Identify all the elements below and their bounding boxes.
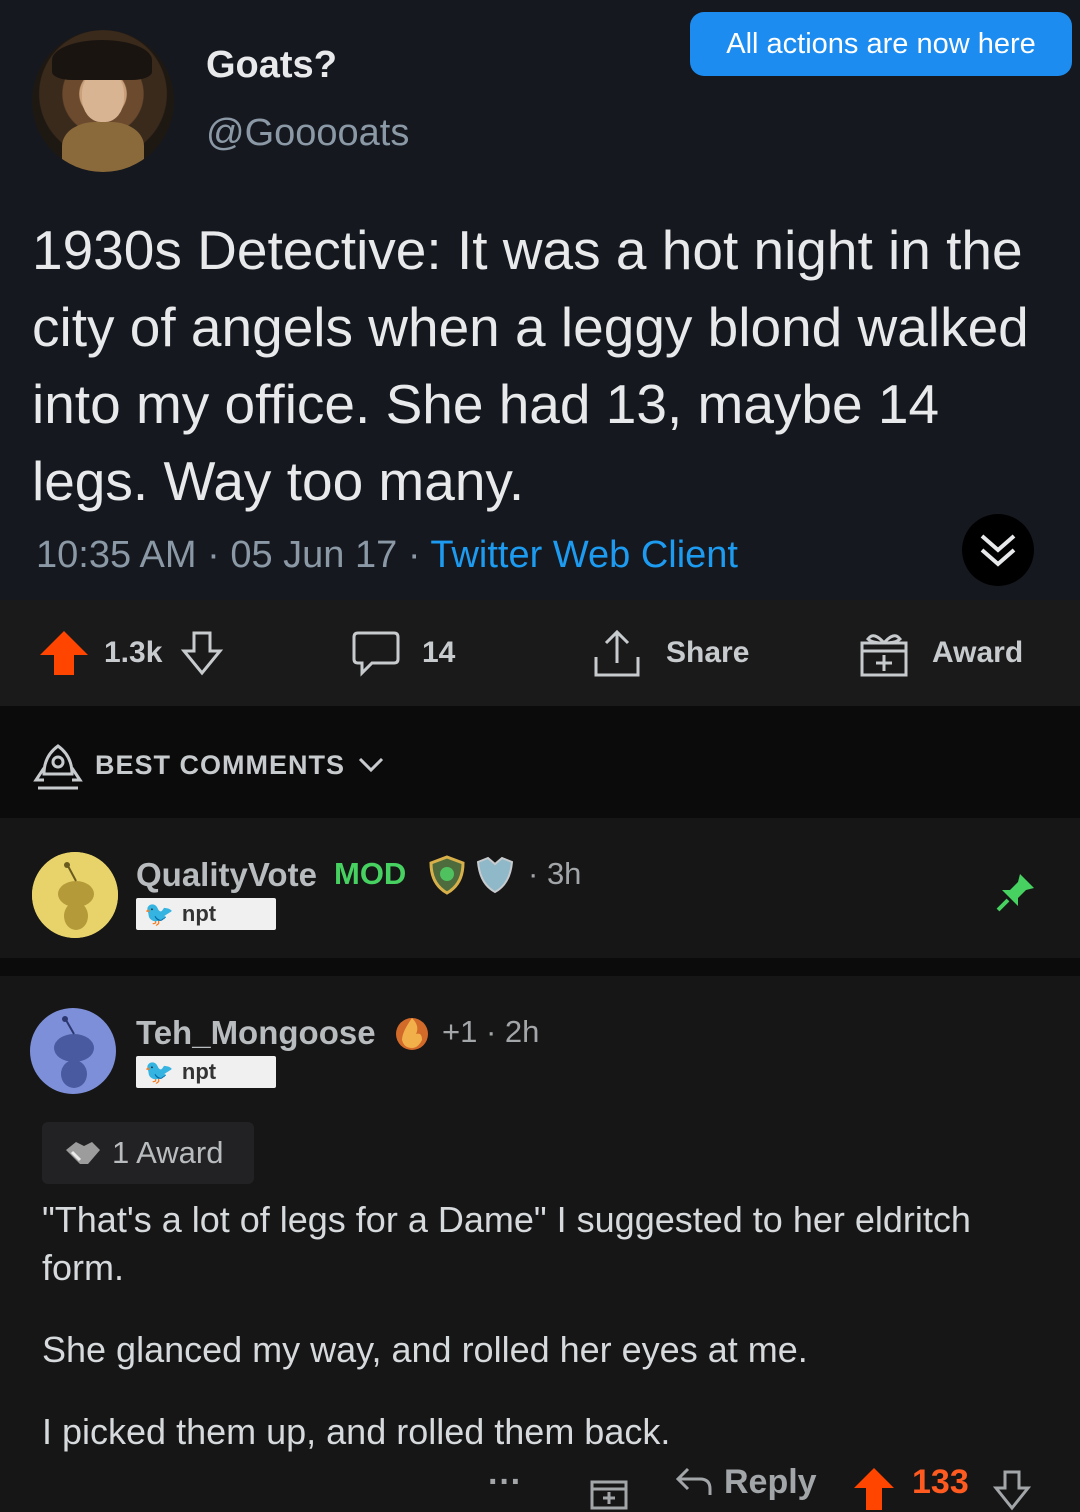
snoo-avatar-icon	[32, 852, 118, 938]
tweet-handle: @Gooooats	[206, 112, 410, 154]
gift-icon	[860, 634, 908, 677]
award-count: 1 Award	[112, 1135, 224, 1170]
share-button[interactable]: Share	[592, 600, 749, 706]
mod-badge: MOD	[334, 856, 406, 892]
comment-bubble-icon	[352, 631, 400, 677]
more-text: ···	[488, 1462, 522, 1501]
user-flair: 🐦 npt	[136, 898, 276, 930]
awards-pill[interactable]: 1 Award	[42, 1122, 254, 1184]
award-flame-icon	[396, 1018, 428, 1050]
age-text: 3h	[546, 856, 582, 891]
upvote-icon[interactable]	[852, 1466, 896, 1512]
tweet-display-name: Goats?	[206, 44, 337, 86]
actions-banner[interactable]: All actions are now here	[690, 12, 1072, 76]
handshake-award-icon	[66, 1142, 100, 1164]
comment-age: · 3h	[528, 856, 582, 891]
meta-separator: ·	[397, 534, 431, 576]
vote-group: 1.3k	[38, 600, 224, 706]
award-button[interactable]: Award	[858, 600, 1023, 706]
downvote-icon[interactable]	[180, 629, 224, 677]
reply-button[interactable]: Reply	[674, 1452, 817, 1512]
comment-paragraph: I picked them up, and rolled them back.	[42, 1411, 671, 1452]
gift-icon[interactable]	[588, 1470, 630, 1512]
tweet-date: 05 Jun 17	[230, 534, 398, 576]
award-label: Award	[932, 636, 1024, 669]
bird-icon: 🐦	[144, 1058, 174, 1086]
share-label: Share	[666, 636, 750, 669]
collapse-button[interactable]	[962, 514, 1034, 586]
score-text: 133	[912, 1462, 969, 1501]
age-text: 2h	[504, 1014, 540, 1049]
double-chevron-down-icon	[980, 534, 1016, 567]
mod-shield-icon	[476, 856, 514, 894]
mod-label: MOD	[334, 856, 407, 891]
bird-icon: 🐦	[144, 900, 174, 928]
post-score: 1.3k	[104, 636, 163, 669]
rocket-icon	[33, 744, 83, 790]
tweet-screenshot: Goats? @Gooooats All actions are now her…	[0, 0, 1080, 600]
post-action-bar: 1.3k 14 Share Award	[0, 600, 1080, 706]
upvote-icon[interactable]	[38, 627, 90, 679]
avatar[interactable]	[30, 1008, 116, 1094]
shield-icon	[429, 855, 465, 895]
user-flair: 🐦 npt	[136, 1056, 276, 1088]
avatar[interactable]	[32, 852, 118, 938]
flair-text: npt	[181, 1059, 217, 1084]
chevron-down-icon	[358, 757, 384, 773]
comment-author[interactable]: QualityVote	[136, 856, 317, 894]
tweet-avatar	[32, 30, 174, 172]
comment-paragraph: "That's a lot of legs for a Dame" I sugg…	[42, 1199, 971, 1288]
comment-sort-bar[interactable]: BEST COMMENTS	[0, 706, 1080, 818]
pin-icon	[996, 874, 1034, 912]
more-options-button[interactable]: ···	[488, 1452, 522, 1512]
tweet-text: 1930s Detective: It was a hot night in t…	[32, 219, 1029, 512]
flair-text: npt	[181, 901, 217, 926]
reply-label: Reply	[724, 1462, 817, 1501]
meta-separator: ·	[196, 534, 231, 576]
comment-divider	[0, 958, 1080, 976]
comment-qualityvote: QualityVote MOD · 3h 🐦 npt	[0, 818, 1080, 958]
comment-paragraph: She glanced my way, and rolled her eyes …	[42, 1329, 808, 1370]
tweet-meta: 10:35 AM · 05 Jun 17 · Twitter Web Clien…	[36, 534, 738, 577]
tweet-client: Twitter Web Client	[430, 534, 738, 576]
reply-arrow-icon	[675, 1467, 712, 1495]
downvote-icon[interactable]	[992, 1470, 1032, 1512]
share-icon	[594, 629, 640, 677]
tweet-time: 10:35 AM	[36, 534, 197, 576]
comment-teh-mongoose: Teh_Mongoose +1 · 2h 🐦 npt 1 Award "That'…	[0, 976, 1080, 1512]
score-delta: +1	[442, 1014, 478, 1049]
comments-button[interactable]: 14	[350, 600, 455, 706]
comment-score: 133	[912, 1452, 969, 1512]
comment-author[interactable]: Teh_Mongoose	[136, 1014, 376, 1052]
comment-count: 14	[422, 636, 456, 669]
sort-label: BEST COMMENTS	[95, 750, 346, 780]
snoo-avatar-icon	[30, 1008, 116, 1094]
comment-meta: +1 · 2h	[442, 1014, 540, 1049]
